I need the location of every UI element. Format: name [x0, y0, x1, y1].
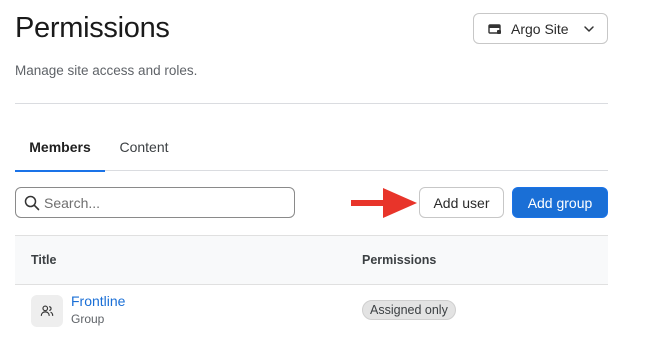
permissions-page: Permissions Manage site access and roles…	[0, 0, 660, 348]
site-icon	[488, 22, 502, 36]
permission-badge: Assigned only	[362, 300, 456, 320]
header-divider	[15, 103, 608, 104]
search-input[interactable]	[44, 194, 284, 211]
add-group-button[interactable]: Add group	[512, 187, 608, 218]
annotation-arrow-icon	[351, 188, 417, 218]
tab-bar: Members Content	[15, 123, 608, 172]
site-selector-label: Argo Site	[511, 20, 569, 37]
member-name-link[interactable]: Frontline	[71, 293, 125, 309]
member-type: Group	[71, 312, 105, 326]
column-header-title[interactable]: Title	[31, 236, 56, 284]
table-header: Title Permissions	[15, 235, 608, 285]
members-table: Title Permissions Frontline Group Assign…	[15, 235, 608, 348]
search-field[interactable]	[15, 187, 295, 218]
column-header-permissions[interactable]: Permissions	[362, 236, 436, 284]
search-icon	[24, 195, 40, 211]
page-subtitle: Manage site access and roles.	[15, 63, 198, 78]
group-icon	[40, 305, 54, 316]
tab-content[interactable]: Content	[105, 123, 183, 171]
table-row[interactable]: Frontline Group Assigned only	[15, 285, 608, 345]
page-title: Permissions	[15, 12, 170, 44]
add-user-button[interactable]: Add user	[419, 187, 504, 218]
site-selector[interactable]: Argo Site	[473, 13, 608, 44]
tab-members[interactable]: Members	[15, 123, 105, 172]
avatar	[31, 295, 63, 327]
chevron-down-icon	[583, 23, 595, 35]
